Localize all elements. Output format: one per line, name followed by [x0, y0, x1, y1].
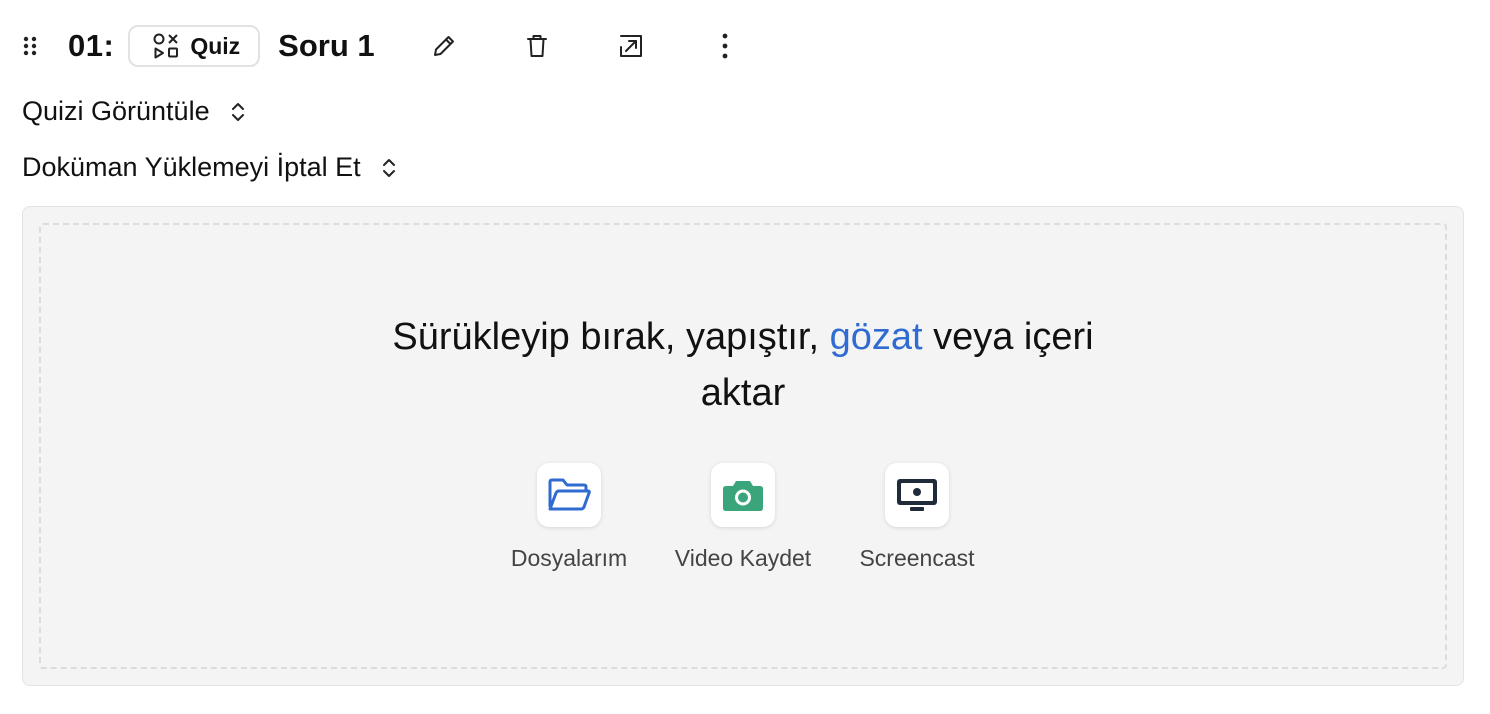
screencast-icon [897, 479, 937, 511]
edit-button[interactable] [422, 24, 466, 68]
source-record-video[interactable]: Video Kaydet [667, 463, 819, 572]
folder-icon [548, 478, 591, 511]
open-button[interactable] [609, 24, 653, 68]
item-index: 01: [68, 28, 115, 63]
drop-instructions: Sürükleyip bırak, yapıştır, gözat veya i… [41, 309, 1445, 421]
source-screencast[interactable]: Screencast [841, 463, 993, 572]
open-external-icon [620, 35, 642, 57]
chevron-up-down-icon [381, 156, 397, 180]
delete-button[interactable] [515, 24, 559, 68]
browse-link[interactable]: gözat [830, 316, 923, 358]
drag-handle[interactable] [22, 24, 52, 68]
camera-icon [723, 481, 763, 511]
quiz-shapes-icon [153, 33, 179, 59]
upload-card: Sürükleyip bırak, yapıştır, gözat veya i… [22, 206, 1464, 686]
chevron-up-down-icon [230, 100, 246, 124]
drag-handle-icon [23, 36, 37, 56]
view-quiz-label: Quizi Görüntüle [22, 96, 210, 126]
my-files-tile[interactable] [537, 463, 601, 527]
my-files-label: Dosyalarım [510, 545, 628, 571]
item-title: Soru 1 [278, 28, 375, 63]
lesson-item-header: 01: Quiz Soru 1 [22, 24, 375, 68]
screencast-label: Screencast [859, 545, 975, 571]
view-quiz-toggle[interactable]: Quizi Görüntüle [22, 96, 246, 127]
trash-icon [527, 35, 547, 57]
cancel-document-upload-toggle[interactable]: Doküman Yüklemeyi İptal Et [22, 152, 397, 183]
cancel-document-upload-label: Doküman Yüklemeyi İptal Et [22, 152, 361, 182]
screencast-tile[interactable] [885, 463, 949, 527]
drop-text-end: veya içeri [922, 316, 1094, 358]
record-video-tile[interactable] [711, 463, 775, 527]
more-vertical-icon [722, 33, 728, 59]
dropzone[interactable]: Sürükleyip bırak, yapıştır, gözat veya i… [39, 223, 1447, 669]
drop-instructions-line2: aktar [700, 372, 786, 414]
record-video-label: Video Kaydet [674, 545, 812, 571]
upload-sources: Dosyalarım Video Kaydet Screencast [41, 463, 1445, 572]
quiz-type-label: Quiz [190, 32, 241, 59]
source-my-files[interactable]: Dosyalarım [493, 463, 645, 572]
drop-text-start: Sürükleyip bırak, yapıştır, [392, 316, 830, 358]
quiz-type-badge[interactable]: Quiz [128, 25, 261, 67]
drop-instructions-line1: Sürükleyip bırak, yapıştır, gözat veya i… [41, 309, 1445, 365]
pencil-icon [434, 36, 454, 56]
more-button[interactable] [703, 24, 747, 68]
